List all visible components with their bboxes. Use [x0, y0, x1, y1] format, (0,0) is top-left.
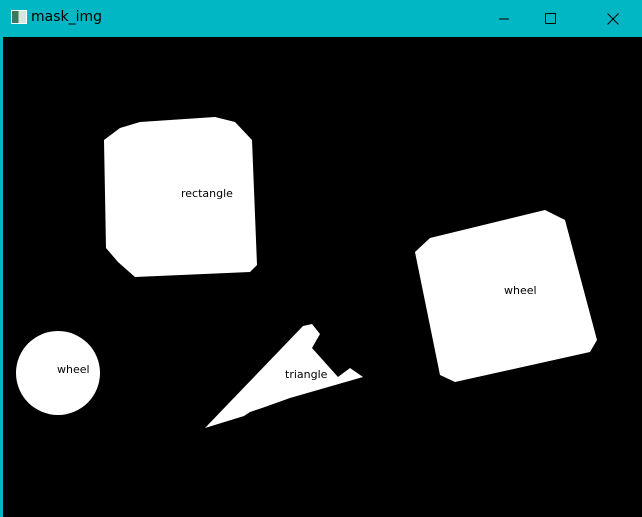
image-canvas: rectangle wheel wheel triangle — [3, 37, 642, 517]
app-icon — [11, 10, 27, 24]
label-rectangle: rectangle — [181, 187, 233, 200]
triangle-shape — [205, 324, 363, 428]
maximize-button[interactable] — [528, 0, 574, 37]
minimize-button[interactable] — [481, 0, 527, 37]
label-triangle: triangle — [285, 368, 328, 381]
close-button[interactable] — [590, 0, 636, 37]
mask-image — [16, 117, 597, 428]
label-wheel-left: wheel — [57, 363, 90, 376]
close-icon — [607, 12, 619, 25]
maximize-icon — [545, 12, 556, 24]
title-bar: mask_img — [0, 0, 642, 37]
label-wheel-right: wheel — [504, 284, 537, 297]
minimize-icon — [499, 18, 509, 19]
window-title: mask_img — [31, 9, 103, 25]
